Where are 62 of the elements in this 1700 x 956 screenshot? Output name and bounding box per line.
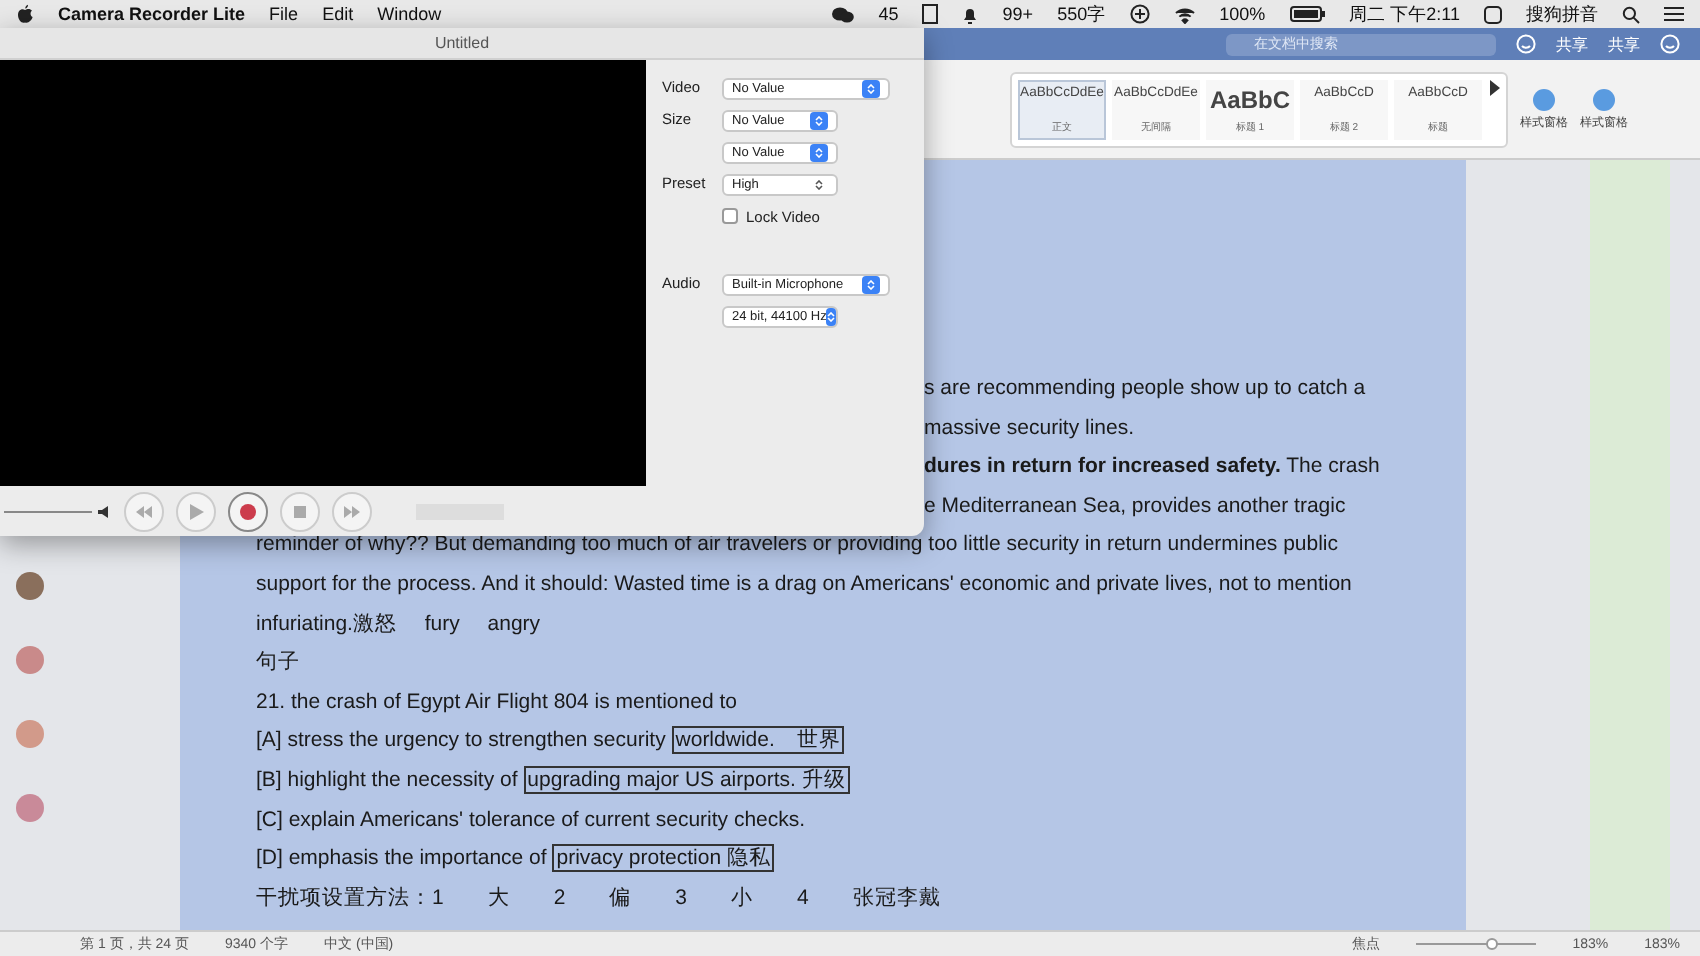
document-line: 21. the crash of Egypt Air Flight 804 is mentioned to [256, 687, 739, 718]
document-line: dures in return for increased safety. The crash [924, 452, 1382, 483]
wifi-icon [1173, 5, 1196, 23]
document-line: [C] explain Americans' tolerance of current security checks. [256, 805, 808, 836]
document-line: s are recommending people show up to catch a [924, 374, 1368, 404]
caret-right-icon [1488, 79, 1500, 95]
rewind-button[interactable] [124, 491, 164, 531]
share-button[interactable]: 共享 [1608, 33, 1640, 55]
notification-count: 99+ [1002, 4, 1034, 24]
record-button[interactable] [228, 491, 268, 531]
rewind-icon [136, 505, 152, 517]
document-line: infuriating.激怒 fury angry [256, 609, 543, 640]
volume-slider-icon[interactable] [4, 503, 112, 519]
document-line: massive security lines. [924, 413, 1137, 444]
document-line: support for the process. And it should: Wasted time is a drag on Americans' economic and private lives, not to mention [256, 569, 1354, 600]
input-method[interactable]: 搜狗拼音 [1526, 1, 1598, 27]
battery-icon [1289, 6, 1326, 22]
app-name[interactable]: Camera Recorder Lite [58, 4, 246, 24]
window-title: Untitled [0, 28, 924, 60]
avatar[interactable] [16, 572, 44, 600]
style-sample: AaBbC [1209, 85, 1290, 113]
search-icon [1622, 5, 1640, 23]
bell-icon [962, 5, 979, 23]
chevron-icon [826, 312, 837, 322]
battery-percent: 100% [1219, 4, 1266, 24]
menu-item[interactable]: Window [377, 4, 442, 24]
fast-forward-icon [344, 505, 360, 517]
play-icon [189, 503, 203, 519]
share-button[interactable]: 共享 [1556, 33, 1588, 55]
document-line: reminder of why?? But demanding too much of air travelers or providing too little security in return undermines public [256, 530, 1341, 561]
wechat-count: 45 [878, 4, 899, 24]
chevron-icon [814, 148, 824, 158]
avatar[interactable] [16, 646, 44, 674]
smiley-icon [1516, 34, 1536, 54]
chevron-icon [866, 280, 876, 290]
document-line: [A] stress the urgency to strengthen security worldwide. 世界 [256, 724, 847, 759]
play-button[interactable] [176, 491, 216, 531]
stop-button[interactable] [280, 491, 320, 531]
record-icon [240, 503, 256, 519]
chevron-icon [814, 180, 824, 190]
word-count: 550字 [1057, 1, 1106, 27]
document-line: e Mediterranean Sea, provides another tragic [924, 491, 1348, 522]
stop-icon [294, 505, 306, 517]
smiley-icon [1660, 34, 1680, 54]
chevron-icon [814, 116, 824, 126]
apple-icon [16, 4, 34, 24]
avatar[interactable] [16, 720, 44, 748]
avatar[interactable] [16, 794, 44, 822]
chevron-icon [866, 84, 876, 94]
menu-icon [1664, 6, 1684, 22]
clock[interactable]: 周二 下午2:11 [1349, 1, 1460, 27]
menu-item[interactable]: Edit [322, 4, 354, 24]
document-line: [B] highlight the necessity of upgrading major US airports. 升级 [256, 763, 852, 798]
menu-item[interactable]: File [269, 4, 299, 24]
chat-icon [832, 5, 855, 23]
fast-forward-button[interactable] [332, 491, 372, 531]
checkbox[interactable] [722, 208, 738, 224]
zoom-slider-icon [1416, 938, 1537, 950]
document-line: 句子 [256, 648, 302, 679]
document-line: [D] emphasis the importance of privacy protection 隐私 [256, 842, 777, 877]
plus-circle-icon [1129, 4, 1150, 24]
document-line: 干扰项设置方法：1 大 2 偏 3 小 4 张冠李戴 [256, 883, 943, 914]
